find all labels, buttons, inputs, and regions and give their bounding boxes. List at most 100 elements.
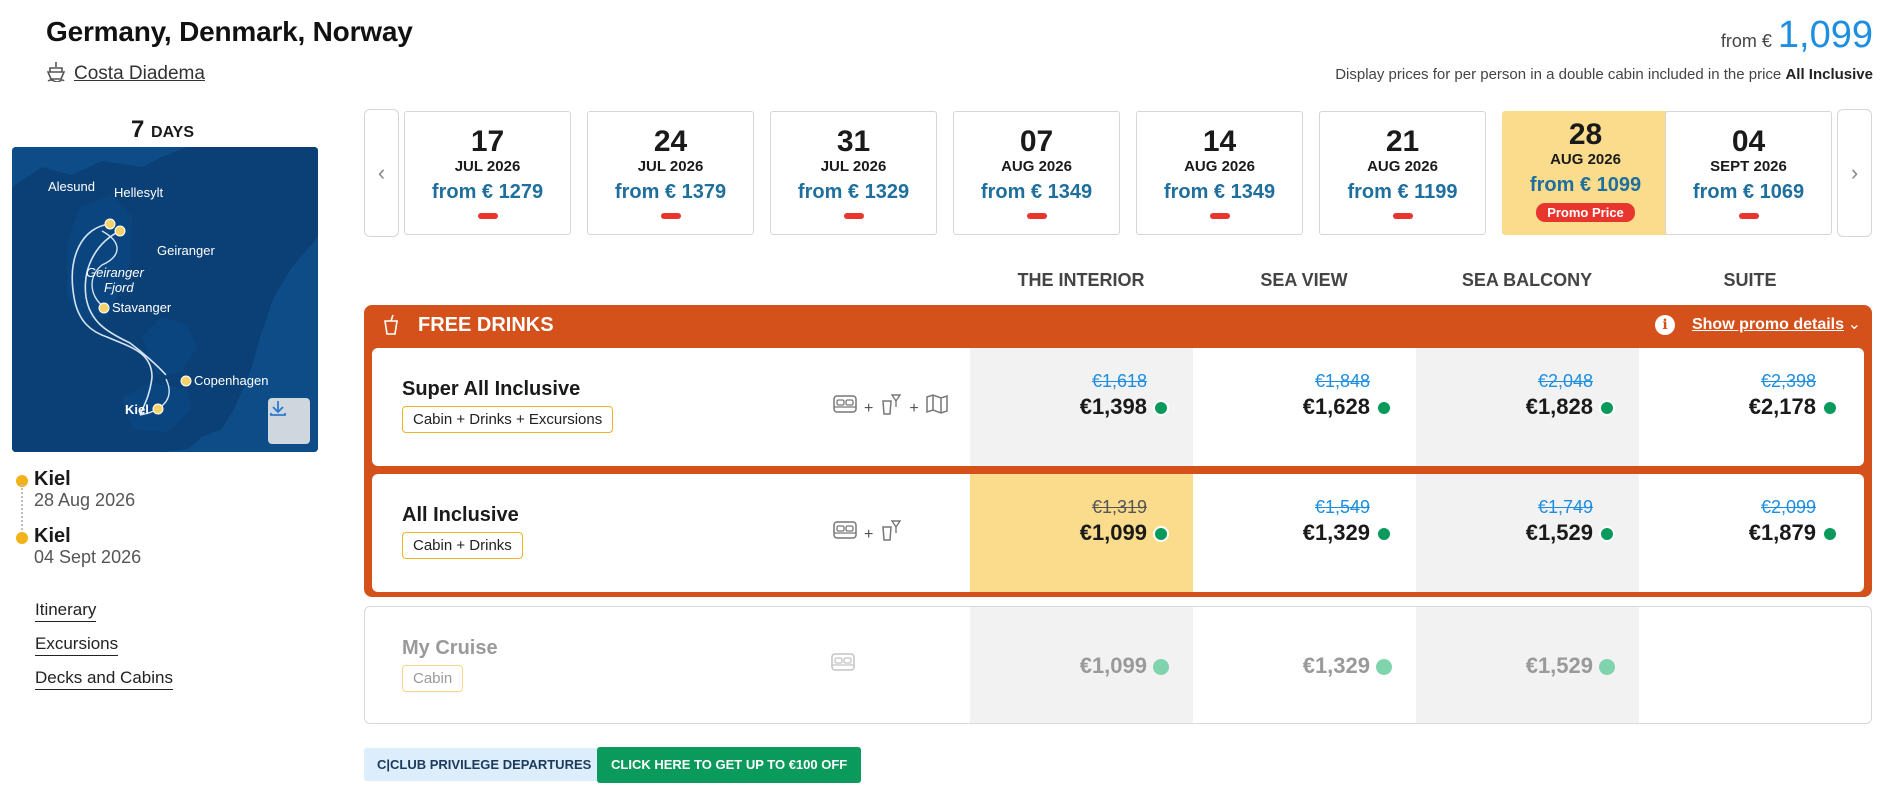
date-card[interactable]: 07 AUG 2026 from € 1349 xyxy=(953,111,1120,235)
date-month: AUG 2026 xyxy=(1001,158,1072,175)
fare-row-all-inclusive: All Inclusive Cabin + Drinks + €1,319 €1… xyxy=(372,474,1864,592)
fare-icons: + + xyxy=(832,392,949,421)
link-excursions[interactable]: Excursions xyxy=(35,634,119,656)
new-price: €1,879 xyxy=(1748,520,1816,545)
from-price: from € 1,099 xyxy=(1721,14,1873,57)
fare-icons: + xyxy=(832,518,903,547)
show-promo-details-link[interactable]: Show promo details xyxy=(1692,316,1844,334)
date-selector: ‹ 17 JUL 2026 from € 1279 24 JUL 2026 fr… xyxy=(364,109,1872,237)
date-month: AUG 2026 xyxy=(1184,158,1255,175)
fare-name: My Cruise xyxy=(402,637,498,659)
date-card[interactable]: 31 JUL 2026 from € 1329 xyxy=(770,111,937,235)
date-day: 07 xyxy=(1019,125,1054,158)
old-price: €1,549 xyxy=(1314,497,1370,517)
date-day: 04 xyxy=(1731,125,1766,158)
availability-bar xyxy=(477,213,498,219)
discount-offer-button[interactable]: CLICK HERE TO GET UP TO €100 OFF xyxy=(597,747,862,783)
new-price: €1,628 xyxy=(1302,394,1370,419)
date-price: from € 1199 xyxy=(1347,181,1458,203)
map-label-kiel: Kiel xyxy=(125,402,149,417)
ship-link[interactable]: Costa Diadema xyxy=(46,60,205,88)
new-price: €2,178 xyxy=(1748,394,1816,419)
drinks-icon xyxy=(879,518,903,547)
old-price: €1,618 xyxy=(1091,371,1147,391)
price-cell-suite[interactable]: €2,099 €1,879 xyxy=(1639,474,1862,592)
col-header-sea-balcony: SEA BALCONY xyxy=(1461,270,1593,290)
date-card[interactable]: 17 JUL 2026 from € 1279 xyxy=(404,111,571,235)
fare-row-super-all-inclusive: Super All Inclusive Cabin + Drinks + Exc… xyxy=(372,348,1864,466)
price-cell-sea-balcony[interactable]: €1,529 xyxy=(1416,607,1639,723)
price-cell-interior-selected[interactable]: €1,319 €1,099 xyxy=(970,474,1193,592)
fare-tag: Cabin xyxy=(402,665,464,692)
map-download-button[interactable] xyxy=(268,398,310,444)
price-cell-suite[interactable]: €2,398 €2,178 xyxy=(1639,348,1862,466)
price-cell-sea-balcony[interactable]: €1,749 €1,529 xyxy=(1416,474,1639,592)
availability-dot xyxy=(1822,400,1838,416)
date-card-selected[interactable]: 28 AUG 2026 from € 1099 Promo Price xyxy=(1502,111,1669,235)
price-cell-sea-view[interactable]: €1,549 €1,329 xyxy=(1193,474,1416,592)
availability-dot xyxy=(1599,526,1615,542)
date-price: from € 1279 xyxy=(431,181,544,203)
promo-title: FREE DRINKS xyxy=(418,314,554,336)
map-label-hellesylt: Hellesylt xyxy=(114,185,164,200)
free-drinks-promo: FREE DRINKS i Show promo details ⌄ Super… xyxy=(364,305,1872,597)
date-price: from € 1349 xyxy=(1163,181,1276,203)
info-icon[interactable]: i xyxy=(1655,315,1675,335)
date-card[interactable]: 04 SEPT 2026 from € 1069 xyxy=(1665,111,1832,235)
promo-header: FREE DRINKS i Show promo details ⌄ xyxy=(364,305,1872,345)
drinks-icon xyxy=(879,392,903,421)
date-day: 14 xyxy=(1202,125,1237,158)
price-cell-interior[interactable]: €1,618 €1,398 xyxy=(970,348,1193,466)
map-icon xyxy=(925,393,949,420)
prev-dates-button[interactable]: ‹ xyxy=(364,109,399,237)
next-dates-button[interactable]: › xyxy=(1837,109,1872,237)
price-cell-sea-balcony[interactable]: €2,048 €1,828 xyxy=(1416,348,1639,466)
date-day: 28 xyxy=(1568,118,1603,151)
availability-dot xyxy=(1153,400,1169,416)
date-card[interactable]: 24 JUL 2026 from € 1379 xyxy=(587,111,754,235)
ship-name[interactable]: Costa Diadema xyxy=(74,63,205,85)
port-name: Kiel xyxy=(34,468,71,490)
plus-icon: + xyxy=(864,399,874,417)
availability-bar xyxy=(660,213,681,219)
col-header-suite: SUITE xyxy=(1723,270,1777,290)
itinerary-map[interactable]: Alesund Hellesylt Geiranger Geiranger Fj… xyxy=(12,147,318,452)
chevron-left-icon: ‹ xyxy=(377,160,386,185)
availability-dot xyxy=(1376,526,1392,542)
map-label-alesund: Alesund xyxy=(48,179,95,194)
chevron-down-icon[interactable]: ⌄ xyxy=(1848,314,1861,334)
fare-tag: Cabin + Drinks + Excursions xyxy=(402,406,614,433)
availability-dot xyxy=(1153,659,1169,675)
ship-icon xyxy=(46,60,66,88)
date-day: 17 xyxy=(470,125,505,158)
price-cell-sea-view[interactable]: €1,848 €1,628 xyxy=(1193,348,1416,466)
fare-tag: Cabin + Drinks xyxy=(402,532,523,559)
price-cell-interior[interactable]: €1,099 xyxy=(970,607,1193,723)
availability-dot xyxy=(1599,400,1615,416)
map-label-copenhagen: Copenhagen xyxy=(194,373,269,388)
side-links: Itinerary Excursions Decks and Cabins xyxy=(35,600,173,702)
fare-name: All Inclusive xyxy=(402,504,519,526)
date-price: from € 1099 xyxy=(1529,174,1642,196)
club-privilege-departures-button[interactable]: C|CLUB PRIVILEGE DEPARTURES xyxy=(364,748,605,781)
days-label: DAYS xyxy=(151,124,195,141)
port-date: 28 Aug 2026 xyxy=(34,490,136,510)
link-itinerary[interactable]: Itinerary xyxy=(35,600,97,622)
new-price: €1,099 xyxy=(1079,520,1147,545)
port-connector xyxy=(21,484,23,530)
price-cell-sea-view[interactable]: €1,329 xyxy=(1193,607,1416,723)
availability-dot xyxy=(1376,400,1392,416)
link-decks-and-cabins[interactable]: Decks and Cabins xyxy=(35,668,173,690)
bed-icon xyxy=(832,393,858,420)
date-card[interactable]: 21 AUG 2026 from € 1199 xyxy=(1319,111,1486,235)
col-header-interior: THE INTERIOR xyxy=(1017,270,1145,290)
availability-dot xyxy=(1376,659,1392,675)
date-card[interactable]: 14 AUG 2026 from € 1349 xyxy=(1136,111,1303,235)
old-price: €1,848 xyxy=(1314,371,1370,391)
fare-row-my-cruise: My Cruise Cabin €1,099 €1,329 €1,529 xyxy=(364,606,1872,724)
page-title: Germany, Denmark, Norway xyxy=(46,16,413,47)
map-label-fjord-line2: Fjord xyxy=(104,280,134,295)
old-price: €2,048 xyxy=(1537,371,1593,391)
price: €1,329 xyxy=(1302,653,1370,678)
bed-icon xyxy=(832,519,858,546)
